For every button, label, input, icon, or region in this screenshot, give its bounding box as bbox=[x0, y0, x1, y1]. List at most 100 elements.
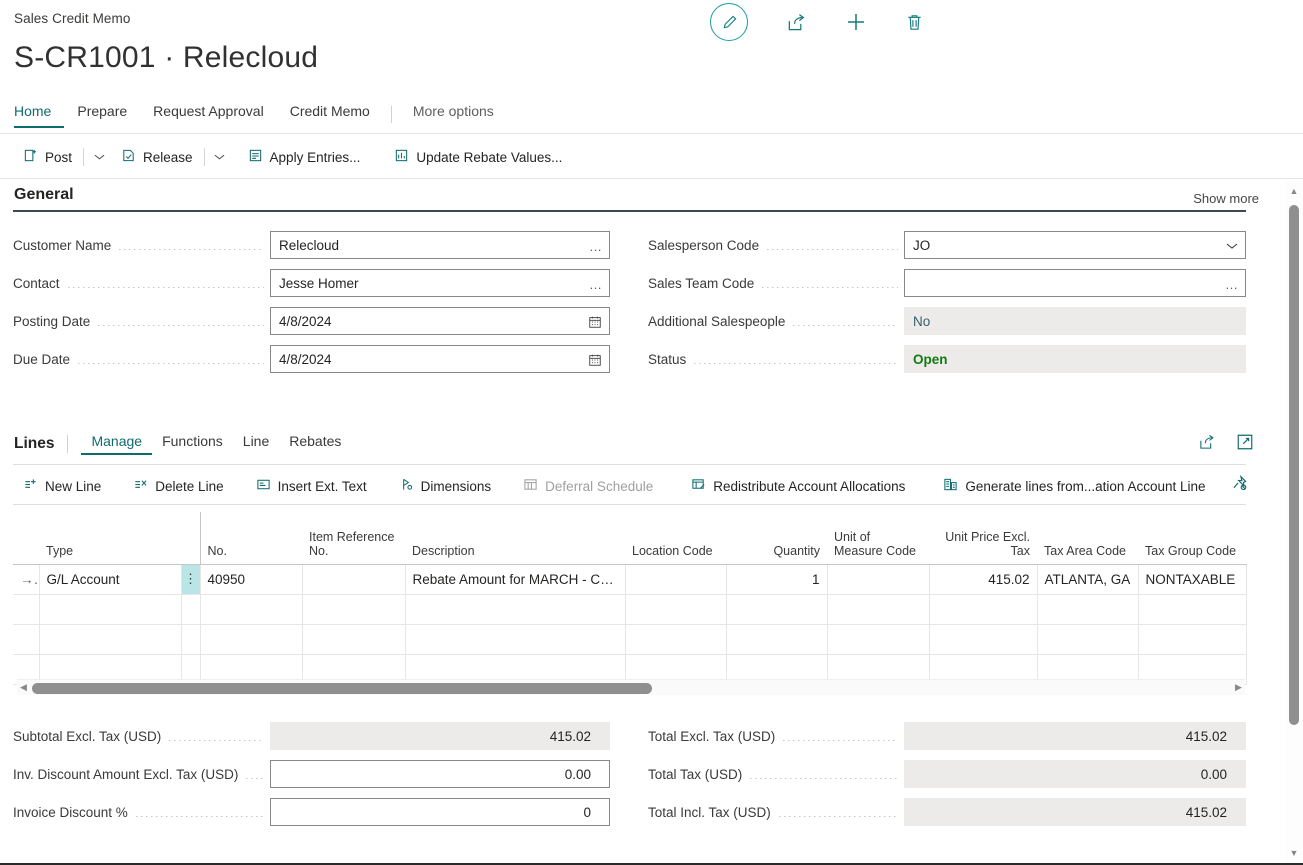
lines-share-icon[interactable] bbox=[1198, 433, 1216, 456]
status-badge[interactable]: Open bbox=[904, 345, 1246, 373]
cell-no[interactable]: 40950 bbox=[200, 564, 303, 595]
scroll-left-arrow-icon[interactable]: ◀ bbox=[17, 682, 30, 693]
insert-ext-text-button[interactable]: Insert Ext. Text bbox=[247, 473, 376, 499]
field-customer-name-input[interactable]: Relecloud … bbox=[270, 231, 610, 259]
table-row[interactable]: → G/L Account ⋮ 40950 Rebate Amount for … bbox=[13, 564, 1247, 595]
tab-prepare[interactable]: Prepare bbox=[64, 103, 140, 128]
tab-request-approval[interactable]: Request Approval bbox=[140, 103, 277, 128]
col-item-reference-no[interactable]: Item Reference No. bbox=[302, 512, 405, 565]
unpin-icon[interactable] bbox=[1231, 474, 1248, 497]
release-button[interactable]: Release bbox=[112, 144, 202, 170]
lines-horizontal-scrollbar[interactable]: ◀ ▶ bbox=[17, 679, 1245, 695]
col-location-code[interactable]: Location Code bbox=[625, 512, 726, 565]
lines-expand-icon[interactable] bbox=[1236, 433, 1254, 456]
row-menu-placeholder[interactable] bbox=[181, 624, 201, 655]
scroll-down-arrow-icon[interactable]: ▼ bbox=[1285, 848, 1303, 858]
calendar-icon[interactable] bbox=[588, 346, 602, 374]
field-inv-discount-amount-input[interactable]: 0.00 bbox=[270, 760, 610, 788]
row-menu-placeholder[interactable] bbox=[181, 594, 201, 625]
lookup-ellipsis-icon[interactable]: … bbox=[589, 232, 602, 260]
cell-location-code[interactable] bbox=[625, 564, 727, 595]
tab-home[interactable]: Home bbox=[14, 103, 65, 128]
lines-tab-rebates[interactable]: Rebates bbox=[279, 433, 351, 455]
table-row[interactable] bbox=[13, 624, 1247, 655]
cell-tax-area-code[interactable] bbox=[1037, 594, 1139, 625]
lookup-ellipsis-icon[interactable]: … bbox=[1225, 270, 1238, 298]
cell-quantity[interactable] bbox=[726, 624, 828, 655]
scroll-right-arrow-icon[interactable]: ▶ bbox=[1232, 682, 1245, 693]
cell-quantity[interactable] bbox=[726, 594, 828, 625]
cell-location-code[interactable] bbox=[625, 624, 727, 655]
cell-unit-of-measure-code[interactable] bbox=[827, 624, 930, 655]
post-chevron-down-icon[interactable] bbox=[86, 145, 112, 169]
update-rebate-values-button[interactable]: Update Rebate Values... bbox=[385, 144, 571, 170]
scroll-up-arrow-icon[interactable]: ▲ bbox=[1285, 186, 1303, 196]
generate-lines-button[interactable]: Generate lines from...ation Account Line bbox=[934, 473, 1214, 499]
field-invoice-discount-pct-input[interactable]: 0 bbox=[270, 798, 610, 826]
cell-unit-price-excl-tax[interactable]: 415.02 bbox=[929, 564, 1038, 595]
cell-tax-area-code[interactable]: ATLANTA, GA bbox=[1037, 564, 1139, 595]
cell-location-code[interactable] bbox=[625, 594, 727, 625]
page-vertical-scrollbar[interactable]: ▲ ▼ bbox=[1285, 180, 1303, 865]
col-description[interactable]: Description bbox=[405, 512, 625, 565]
cell-tax-group-code[interactable]: NONTAXABLE bbox=[1138, 564, 1247, 595]
cell-item-reference-no[interactable] bbox=[302, 564, 406, 595]
col-unit-of-measure-code[interactable]: Unit of Measure Code bbox=[827, 512, 929, 565]
col-tax-group-code[interactable]: Tax Group Code bbox=[1138, 512, 1246, 565]
chevron-down-icon[interactable] bbox=[1226, 232, 1238, 260]
cell-no[interactable] bbox=[200, 594, 303, 625]
cell-item-reference-no[interactable] bbox=[302, 624, 406, 655]
dimensions-button[interactable]: Dimensions bbox=[390, 473, 501, 499]
calendar-icon[interactable] bbox=[588, 308, 602, 336]
row-menu-icon[interactable]: ⋮ bbox=[181, 564, 201, 595]
cell-item-reference-no[interactable] bbox=[302, 594, 406, 625]
delete-line-button[interactable]: Delete Line bbox=[124, 473, 232, 499]
col-no[interactable]: No. bbox=[200, 512, 302, 565]
breadcrumb[interactable]: Sales Credit Memo bbox=[14, 11, 131, 26]
hscroll-track[interactable] bbox=[30, 680, 1232, 696]
field-sales-team-code-input[interactable]: … bbox=[904, 269, 1246, 297]
vscroll-thumb[interactable] bbox=[1289, 205, 1299, 725]
cell-description[interactable] bbox=[405, 624, 626, 655]
lookup-ellipsis-icon[interactable]: … bbox=[589, 270, 602, 298]
cell-quantity[interactable]: 1 bbox=[726, 564, 828, 595]
cell-type[interactable]: G/L Account bbox=[39, 564, 182, 595]
cell-no[interactable] bbox=[200, 624, 303, 655]
redistribute-account-allocations-button[interactable]: Redistribute Account Allocations bbox=[682, 473, 914, 499]
show-more-link[interactable]: Show more bbox=[1193, 191, 1259, 206]
hscroll-thumb[interactable] bbox=[32, 682, 652, 694]
cell-type[interactable] bbox=[39, 624, 182, 655]
trash-delete-icon[interactable] bbox=[905, 13, 924, 32]
lines-tab-line[interactable]: Line bbox=[233, 433, 279, 455]
field-posting-date-input[interactable]: 4/8/2024 bbox=[270, 307, 610, 335]
cell-description[interactable] bbox=[405, 594, 626, 625]
lines-tab-functions[interactable]: Functions bbox=[152, 433, 233, 455]
cell-tax-group-code[interactable] bbox=[1138, 624, 1247, 655]
field-due-date-input[interactable]: 4/8/2024 bbox=[270, 345, 610, 373]
cell-tax-area-code[interactable] bbox=[1037, 624, 1139, 655]
tab-more-options[interactable]: More options bbox=[400, 103, 507, 128]
cell-unit-of-measure-code[interactable] bbox=[827, 564, 930, 595]
cell-type[interactable] bbox=[39, 594, 182, 625]
cell-unit-price-excl-tax[interactable] bbox=[929, 594, 1038, 625]
field-salesperson-code-input[interactable]: JO bbox=[904, 231, 1246, 259]
col-tax-area-code[interactable]: Tax Area Code bbox=[1037, 512, 1138, 565]
col-quantity[interactable]: Quantity bbox=[726, 512, 827, 565]
share-icon[interactable] bbox=[786, 12, 807, 33]
plus-new-icon[interactable] bbox=[845, 11, 867, 33]
col-unit-price-excl-tax[interactable]: Unit Price Excl. Tax bbox=[929, 512, 1037, 565]
release-chevron-down-icon[interactable] bbox=[207, 145, 233, 169]
col-type[interactable]: Type bbox=[39, 512, 181, 565]
cell-tax-group-code[interactable] bbox=[1138, 594, 1247, 625]
table-row[interactable] bbox=[13, 594, 1247, 625]
tab-credit-memo[interactable]: Credit Memo bbox=[277, 103, 383, 128]
post-button[interactable]: Post bbox=[14, 144, 81, 170]
apply-entries-button[interactable]: Apply Entries... bbox=[239, 144, 370, 170]
cell-unit-price-excl-tax[interactable] bbox=[929, 624, 1038, 655]
cell-description[interactable]: Rebate Amount for MARCH - CT... bbox=[405, 564, 626, 595]
field-additional-salespeople-value-box[interactable]: No bbox=[904, 307, 1246, 335]
cell-unit-of-measure-code[interactable] bbox=[827, 594, 930, 625]
field-contact-input[interactable]: Jesse Homer … bbox=[270, 269, 610, 297]
lines-tab-manage[interactable]: Manage bbox=[81, 433, 153, 455]
new-line-button[interactable]: New Line bbox=[14, 473, 110, 499]
